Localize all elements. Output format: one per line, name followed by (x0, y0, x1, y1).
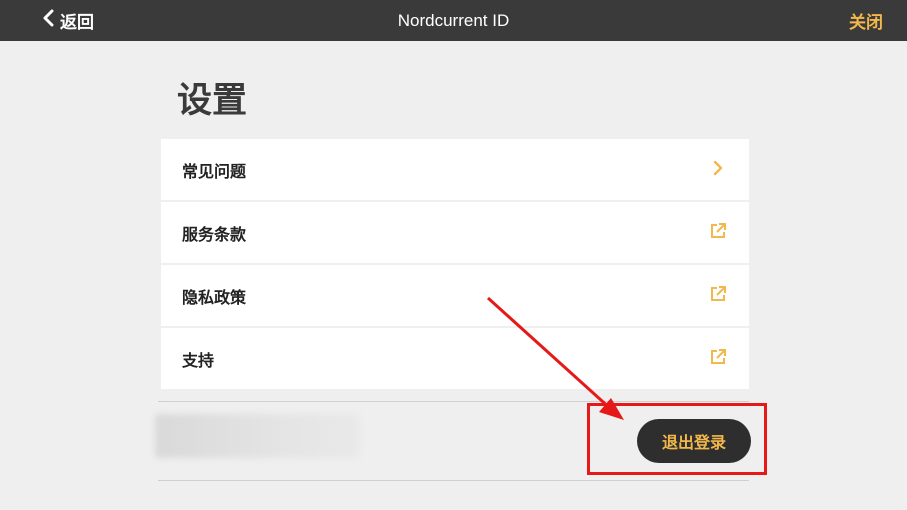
menu-item-label: 隐私政策 (182, 287, 247, 307)
annotation-highlight-box (587, 403, 767, 475)
menu-item-label: 服务条款 (182, 224, 247, 244)
menu-item-label: 常见问题 (182, 161, 247, 181)
blurred-account-info (155, 414, 360, 458)
settings-menu: 常见问题 服务条款 隐私政策 支持 (161, 139, 749, 391)
top-bar: 返回 Nordcurrent ID 关闭 (0, 0, 907, 41)
chevron-left-icon (42, 9, 56, 32)
external-link-icon (709, 348, 727, 370)
divider (158, 480, 749, 481)
close-button[interactable]: 关闭 (849, 0, 883, 41)
page-title: 设置 (177, 81, 248, 121)
app-title: Nordcurrent ID (397, 10, 510, 30)
back-button[interactable]: 返回 (42, 0, 94, 41)
chevron-right-icon (709, 159, 727, 181)
menu-item-faq[interactable]: 常见问题 (161, 139, 749, 200)
menu-item-terms[interactable]: 服务条款 (161, 202, 749, 263)
back-label: 返回 (60, 13, 94, 33)
divider (158, 401, 749, 402)
menu-item-support[interactable]: 支持 (161, 328, 749, 389)
menu-item-privacy[interactable]: 隐私政策 (161, 265, 749, 326)
external-link-icon (709, 222, 727, 244)
external-link-icon (709, 285, 727, 307)
menu-item-label: 支持 (182, 350, 215, 370)
